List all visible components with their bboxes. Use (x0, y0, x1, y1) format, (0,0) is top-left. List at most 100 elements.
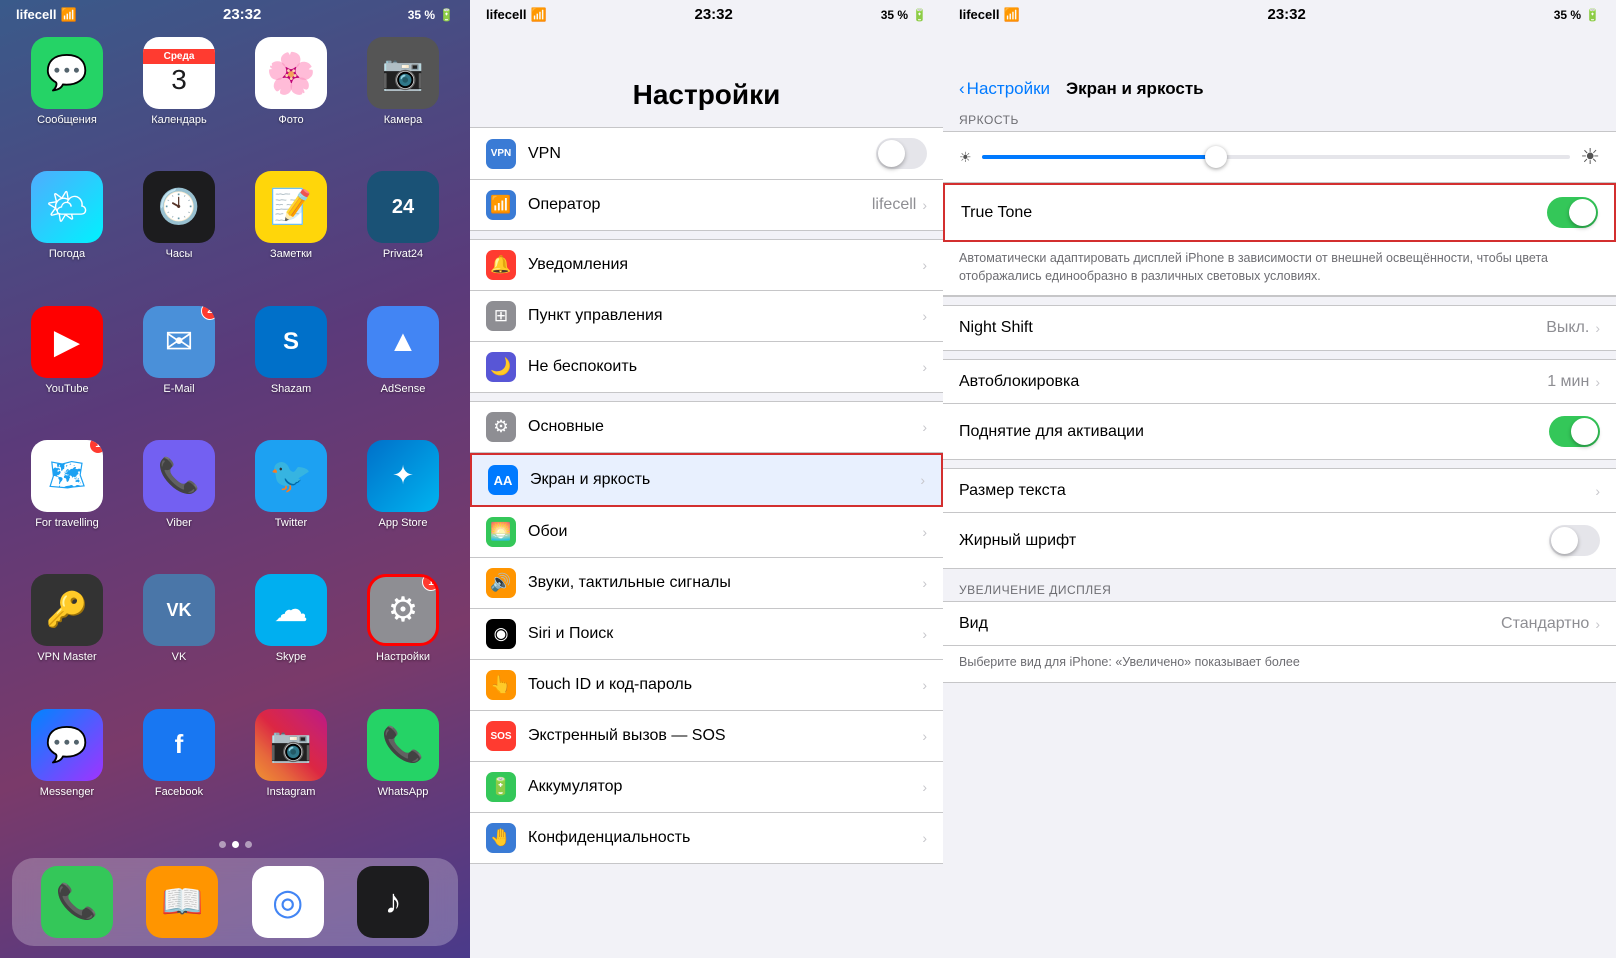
settings-row-notifications[interactable]: 🔔 Уведомления › (470, 240, 943, 291)
app-icon-notes[interactable]: 📝 (255, 171, 327, 243)
detail-row-textsize[interactable]: Размер текста › (943, 469, 1616, 513)
nightshift-group: Night Shift Выкл. › (943, 305, 1616, 351)
settings-row-vpn[interactable]: VPN VPN (470, 128, 943, 180)
settings-panel: lifecell 📶 23:32 35 % 🔋 Настройки VPN VP… (470, 0, 943, 958)
toggle-vpn[interactable] (876, 138, 927, 169)
app-email[interactable]: ✉ 2 E-Mail (128, 306, 230, 422)
dock-books[interactable]: 📖 (146, 866, 218, 938)
app-icon-weather[interactable]: 🌤 (31, 171, 103, 243)
settings-row-battery[interactable]: 🔋 Аккумулятор › (470, 762, 943, 813)
app-vpnmaster[interactable]: 🔑 VPN Master (16, 574, 118, 690)
toggle-bold[interactable] (1549, 525, 1600, 556)
app-settings[interactable]: ⚙ 1 Настройки (352, 574, 454, 690)
app-icon-messages[interactable]: 💬 (31, 37, 103, 109)
app-privat24[interactable]: 24 Privat24 (352, 171, 454, 287)
app-icon-twitter[interactable]: 🐦 (255, 440, 327, 512)
app-icon-whatsapp[interactable]: 📞 (367, 709, 439, 781)
detail-row-view[interactable]: Вид Стандартно › (943, 602, 1616, 646)
dock-phone[interactable]: 📞 (41, 866, 113, 938)
app-icon-shazam[interactable]: S (255, 306, 327, 378)
detail-row-bold[interactable]: Жирный шрифт (943, 513, 1616, 568)
app-icon-calendar[interactable]: Среда 3 (143, 37, 215, 109)
detail-row-nightshift[interactable]: Night Shift Выкл. › (943, 306, 1616, 350)
settings-row-donotdisturb[interactable]: 🌙 Не беспокоить › (470, 342, 943, 392)
app-icon-maps[interactable]: 🗺 1 (31, 440, 103, 512)
app-youtube[interactable]: ▶ YouTube (16, 306, 118, 422)
detail-row-truetone[interactable]: True Tone (943, 183, 1616, 242)
app-icon-vk[interactable]: VK (143, 574, 215, 646)
toggle-truetone[interactable] (1547, 197, 1598, 228)
settings-label-general: Основные (528, 418, 922, 436)
brightness-thumb[interactable] (1205, 146, 1227, 168)
app-icon-skype[interactable]: ☁ (255, 574, 327, 646)
app-label-viber: Viber (166, 517, 191, 530)
app-messages[interactable]: 💬 Сообщения (16, 37, 118, 153)
settings-row-touchid[interactable]: 👆 Touch ID и код-пароль › (470, 660, 943, 711)
app-icon-facebook[interactable]: f (143, 709, 215, 781)
app-whatsapp[interactable]: 📞 WhatsApp (352, 709, 454, 825)
settings-row-general[interactable]: ⚙ Основные › (470, 402, 943, 453)
battery-text-home: 35 % (408, 8, 435, 22)
app-icon-vpnmaster[interactable]: 🔑 (31, 574, 103, 646)
settings-row-sounds[interactable]: 🔊 Звуки, тактильные сигналы › (470, 558, 943, 609)
settings-row-wallpaper[interactable]: 🌅 Обои › (470, 507, 943, 558)
app-icon-youtube[interactable]: ▶ (31, 306, 103, 378)
settings-row-display[interactable]: AA Экран и яркость › (470, 453, 943, 507)
app-icon-email[interactable]: ✉ 2 (143, 306, 215, 378)
settings-row-sos[interactable]: SOS Экстренный вызов — SOS › (470, 711, 943, 762)
chevron-privacy: › (922, 830, 927, 846)
app-icon-instagram[interactable]: 📷 (255, 709, 327, 781)
app-icon-books[interactable]: 📖 (146, 866, 218, 938)
settings-row-controlcenter[interactable]: ⊞ Пункт управления › (470, 291, 943, 342)
back-button[interactable]: ‹ Настройки (959, 79, 1050, 99)
app-appstore[interactable]: ✦ App Store (352, 440, 454, 556)
app-photos[interactable]: 🌸 Фото (240, 37, 342, 153)
app-facebook[interactable]: f Facebook (128, 709, 230, 825)
dock-chrome[interactable]: ◎ (252, 866, 324, 938)
app-icon-adsense[interactable]: ▲ (367, 306, 439, 378)
app-messenger[interactable]: 💬 Messenger (16, 709, 118, 825)
settings-label-privacy: Конфиденциальность (528, 829, 922, 847)
app-icon-appstore[interactable]: ✦ (367, 440, 439, 512)
app-calendar[interactable]: Среда 3 Календарь (128, 37, 230, 153)
app-icon-settings[interactable]: ⚙ 1 (367, 574, 439, 646)
app-camera[interactable]: 📷 Камера (352, 37, 454, 153)
app-adsense[interactable]: ▲ AdSense (352, 306, 454, 422)
settings-row-privacy[interactable]: 🤚 Конфиденциальность › (470, 813, 943, 863)
app-label-skype: Skype (276, 651, 307, 664)
app-icon-camera[interactable]: 📷 (367, 37, 439, 109)
settings-row-carrier[interactable]: 📶 Оператор lifecell › (470, 180, 943, 230)
settings-row-siri[interactable]: ◉ Siri и Поиск › (470, 609, 943, 660)
settings-label-notifications: Уведомления (528, 256, 922, 274)
view-description: Выберите вид для iPhone: «Увеличено» пок… (943, 646, 1616, 682)
detail-row-autolock[interactable]: Автоблокировка 1 мин › (943, 360, 1616, 404)
status-carrier-detail: lifecell 📶 (959, 7, 1020, 23)
autolock-value: 1 мин (1547, 373, 1589, 391)
app-maps[interactable]: 🗺 1 For travelling (16, 440, 118, 556)
app-icon-messenger[interactable]: 💬 (31, 709, 103, 781)
app-instagram[interactable]: 📷 Instagram (240, 709, 342, 825)
app-twitter[interactable]: 🐦 Twitter (240, 440, 342, 556)
app-icon-chrome[interactable]: ◎ (252, 866, 324, 938)
app-icon-photos[interactable]: 🌸 (255, 37, 327, 109)
brightness-group: ☀ ☀ True Tone Автоматически адаптировать… (943, 131, 1616, 297)
app-icon-clock[interactable]: 🕙 (143, 171, 215, 243)
app-shazam[interactable]: S Shazam (240, 306, 342, 422)
app-icon-music[interactable]: ♪ (357, 866, 429, 938)
brightness-slider[interactable] (982, 155, 1571, 159)
app-skype[interactable]: ☁ Skype (240, 574, 342, 690)
toggle-raisetowake[interactable] (1549, 416, 1600, 447)
app-icon-privat24[interactable]: 24 (367, 171, 439, 243)
app-viber[interactable]: 📞 Viber (128, 440, 230, 556)
dock-music[interactable]: ♪ (357, 866, 429, 938)
settings-label-vpn: VPN (528, 145, 876, 163)
app-icon-phone[interactable]: 📞 (41, 866, 113, 938)
app-icon-viber[interactable]: 📞 (143, 440, 215, 512)
detail-row-raisetowake[interactable]: Поднятие для активации (943, 404, 1616, 459)
app-notes[interactable]: 📝 Заметки (240, 171, 342, 287)
brightness-slider-row[interactable]: ☀ ☀ (943, 132, 1616, 183)
app-clock[interactable]: 🕙 Часы (128, 171, 230, 287)
app-vk[interactable]: VK VK (128, 574, 230, 690)
wifi-icon-detail: 📶 (1003, 7, 1019, 23)
app-weather[interactable]: 🌤 Погода (16, 171, 118, 287)
